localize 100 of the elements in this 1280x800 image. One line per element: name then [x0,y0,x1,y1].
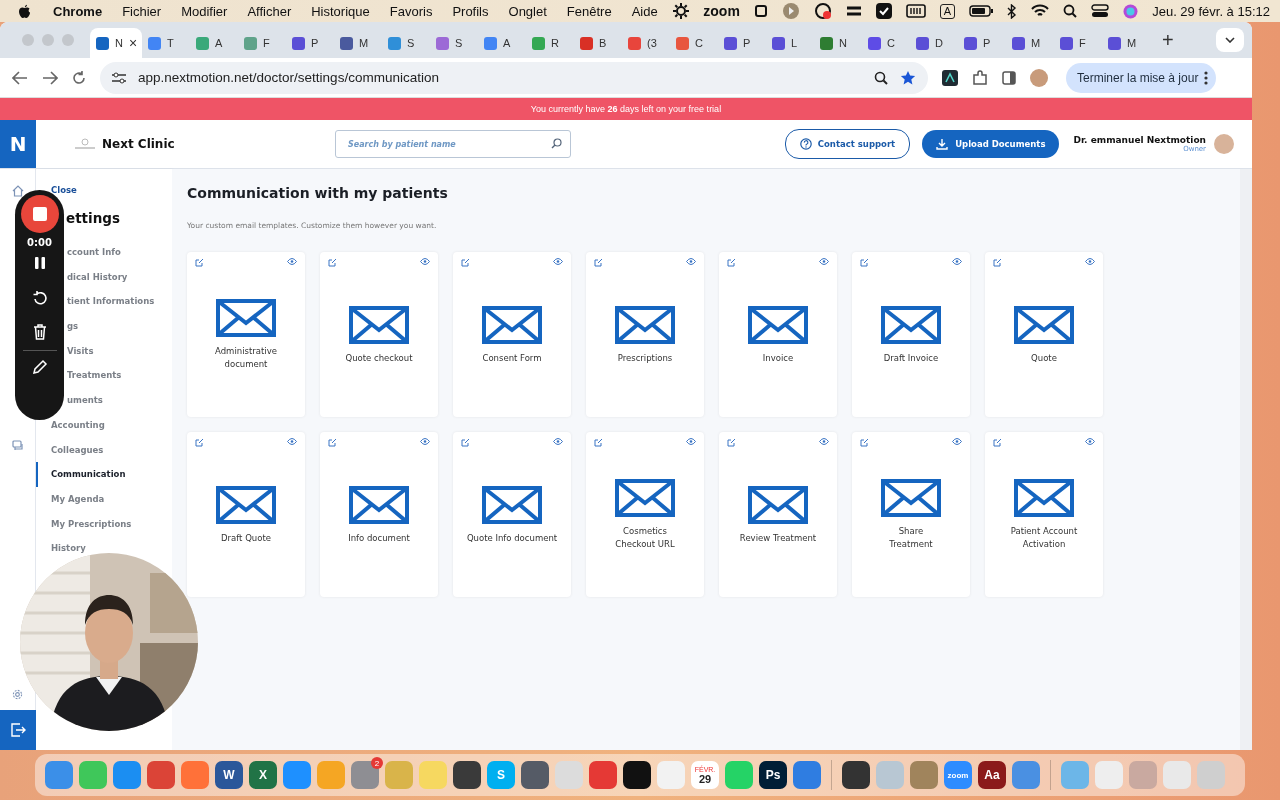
tab-list-button[interactable] [1216,28,1244,52]
edit-icon[interactable] [461,438,470,447]
template-card[interactable]: Review Treatment [719,432,837,597]
sidebar-item[interactable]: My Prescriptions [51,511,132,537]
template-card[interactable]: Invoice [719,252,837,417]
browser-tab[interactable]: F [238,28,286,58]
browser-tab[interactable]: A [478,28,526,58]
template-card[interactable]: Consent Form [453,252,571,417]
view-icon[interactable] [819,438,829,445]
view-icon[interactable] [287,258,297,265]
edit-icon[interactable] [860,438,869,447]
reload-icon[interactable] [72,70,86,85]
sidebar-item[interactable]: Visits [67,338,94,364]
browser-tab[interactable]: C [862,28,910,58]
menu-item[interactable]: Favoris [389,3,433,19]
view-icon[interactable] [686,438,696,445]
edit-icon[interactable] [993,438,1002,447]
browser-tab[interactable]: M [334,28,382,58]
star-icon[interactable] [900,69,916,86]
circle-icon[interactable] [781,2,800,20]
view-icon[interactable] [420,258,430,265]
profile-avatar[interactable] [1030,68,1048,87]
template-card[interactable]: Share Treatment [852,432,970,597]
sidebar-item[interactable]: My Agenda [51,486,105,512]
edit-icon[interactable] [594,438,603,447]
address-bar[interactable]: app.nextmotion.net/doctor/settings/communication [100,61,928,94]
sidebar-item[interactable]: ccount Info [67,240,121,265]
edit-icon[interactable] [594,258,603,267]
edit-icon[interactable] [461,258,470,267]
browser-tab[interactable]: S [382,28,430,58]
view-icon[interactable] [819,258,829,265]
template-card[interactable]: Quote [985,252,1103,417]
browser-tab[interactable]: N [814,28,862,58]
edit-icon[interactable] [195,438,204,447]
view-icon[interactable] [952,258,962,265]
puzzle-icon[interactable] [972,69,988,86]
sidebar-item[interactable]: History [51,536,86,561]
view-icon[interactable] [553,258,563,265]
sidebar-item[interactable]: Accounting [51,412,105,438]
clock[interactable]: Jeu. 29 févr. à 15:12 [1152,3,1270,19]
template-card[interactable]: Quote Info document [453,432,571,597]
update-button[interactable]: Terminer la mise à jour [1066,62,1217,93]
zoom-icon[interactable] [874,70,888,85]
sidebar-item[interactable]: uments [67,388,103,413]
more-icon[interactable] [1204,70,1209,85]
template-card[interactable]: Draft Quote [187,432,305,597]
new-tab-button[interactable]: + [1162,28,1174,52]
menu-item[interactable]: Historique [311,3,370,19]
browser-tab[interactable]: B [574,28,622,58]
tune-icon[interactable] [112,71,126,84]
input-source[interactable]: A [939,3,956,19]
browser-tab[interactable]: N × [90,28,142,58]
sidebar-item[interactable]: Communication [36,462,126,487]
upload-documents-button[interactable]: Upload Documents [922,130,1060,158]
template-card[interactable]: Patient Account Activation [985,432,1103,597]
template-card[interactable]: Quote checkout [320,252,438,417]
trash-icon[interactable] [32,324,47,340]
template-card[interactable]: Administrative document [187,252,305,417]
pencil-icon[interactable] [31,359,48,375]
app-icon[interactable]: W [215,761,243,789]
browser-tab[interactable]: R [526,28,574,58]
keyboard-icon[interactable] [905,4,926,18]
wifi-icon[interactable] [1031,4,1050,18]
app-icon[interactable]: Ps [759,761,787,789]
view-icon[interactable] [1085,438,1095,445]
browser-tab[interactable]: L [766,28,814,58]
menu-item[interactable]: Onglet [508,3,547,19]
template-card[interactable]: Cosmetics Checkout URL [586,432,704,597]
menu-item[interactable]: Aide [631,3,658,19]
sliders-icon[interactable] [845,4,862,18]
sidebar-item[interactable]: gs [67,314,79,339]
restart-icon[interactable] [31,290,48,306]
siri-icon[interactable] [1123,3,1139,19]
contact-support-button[interactable]: Contact support [784,129,911,159]
browser-tab[interactable]: T [142,28,190,58]
view-icon[interactable] [420,438,430,445]
browser-tab[interactable]: P [286,28,334,58]
browser-tab[interactable]: M [1102,28,1150,58]
sidebar-item[interactable]: Colleagues [51,437,104,463]
sidebar-item[interactable]: tient Informations [67,289,155,315]
view-icon[interactable] [553,438,563,445]
toggle-icon[interactable] [1091,4,1110,18]
sidebar-item[interactable]: dical History [67,264,128,290]
browser-tab[interactable]: C [670,28,718,58]
app-icon[interactable] [842,761,870,789]
browser-tab[interactable]: (3 [622,28,670,58]
app-logo[interactable]: N [0,120,36,168]
browser-tab[interactable]: S [430,28,478,58]
menu-item[interactable]: Profils [452,3,489,19]
check-icon[interactable] [875,3,892,19]
search-field[interactable]: Search by patient name [335,130,571,158]
menu-item[interactable]: Fenêtre [566,3,612,19]
browser-tab[interactable]: D [910,28,958,58]
browser-tab[interactable]: F [1054,28,1102,58]
pause-icon[interactable] [33,256,46,270]
forward-icon[interactable] [42,70,58,85]
template-card[interactable]: Info document [320,432,438,597]
edit-icon[interactable] [727,258,736,267]
app-icon[interactable]: X [249,761,277,789]
menu-item[interactable]: Afficher [247,3,292,19]
